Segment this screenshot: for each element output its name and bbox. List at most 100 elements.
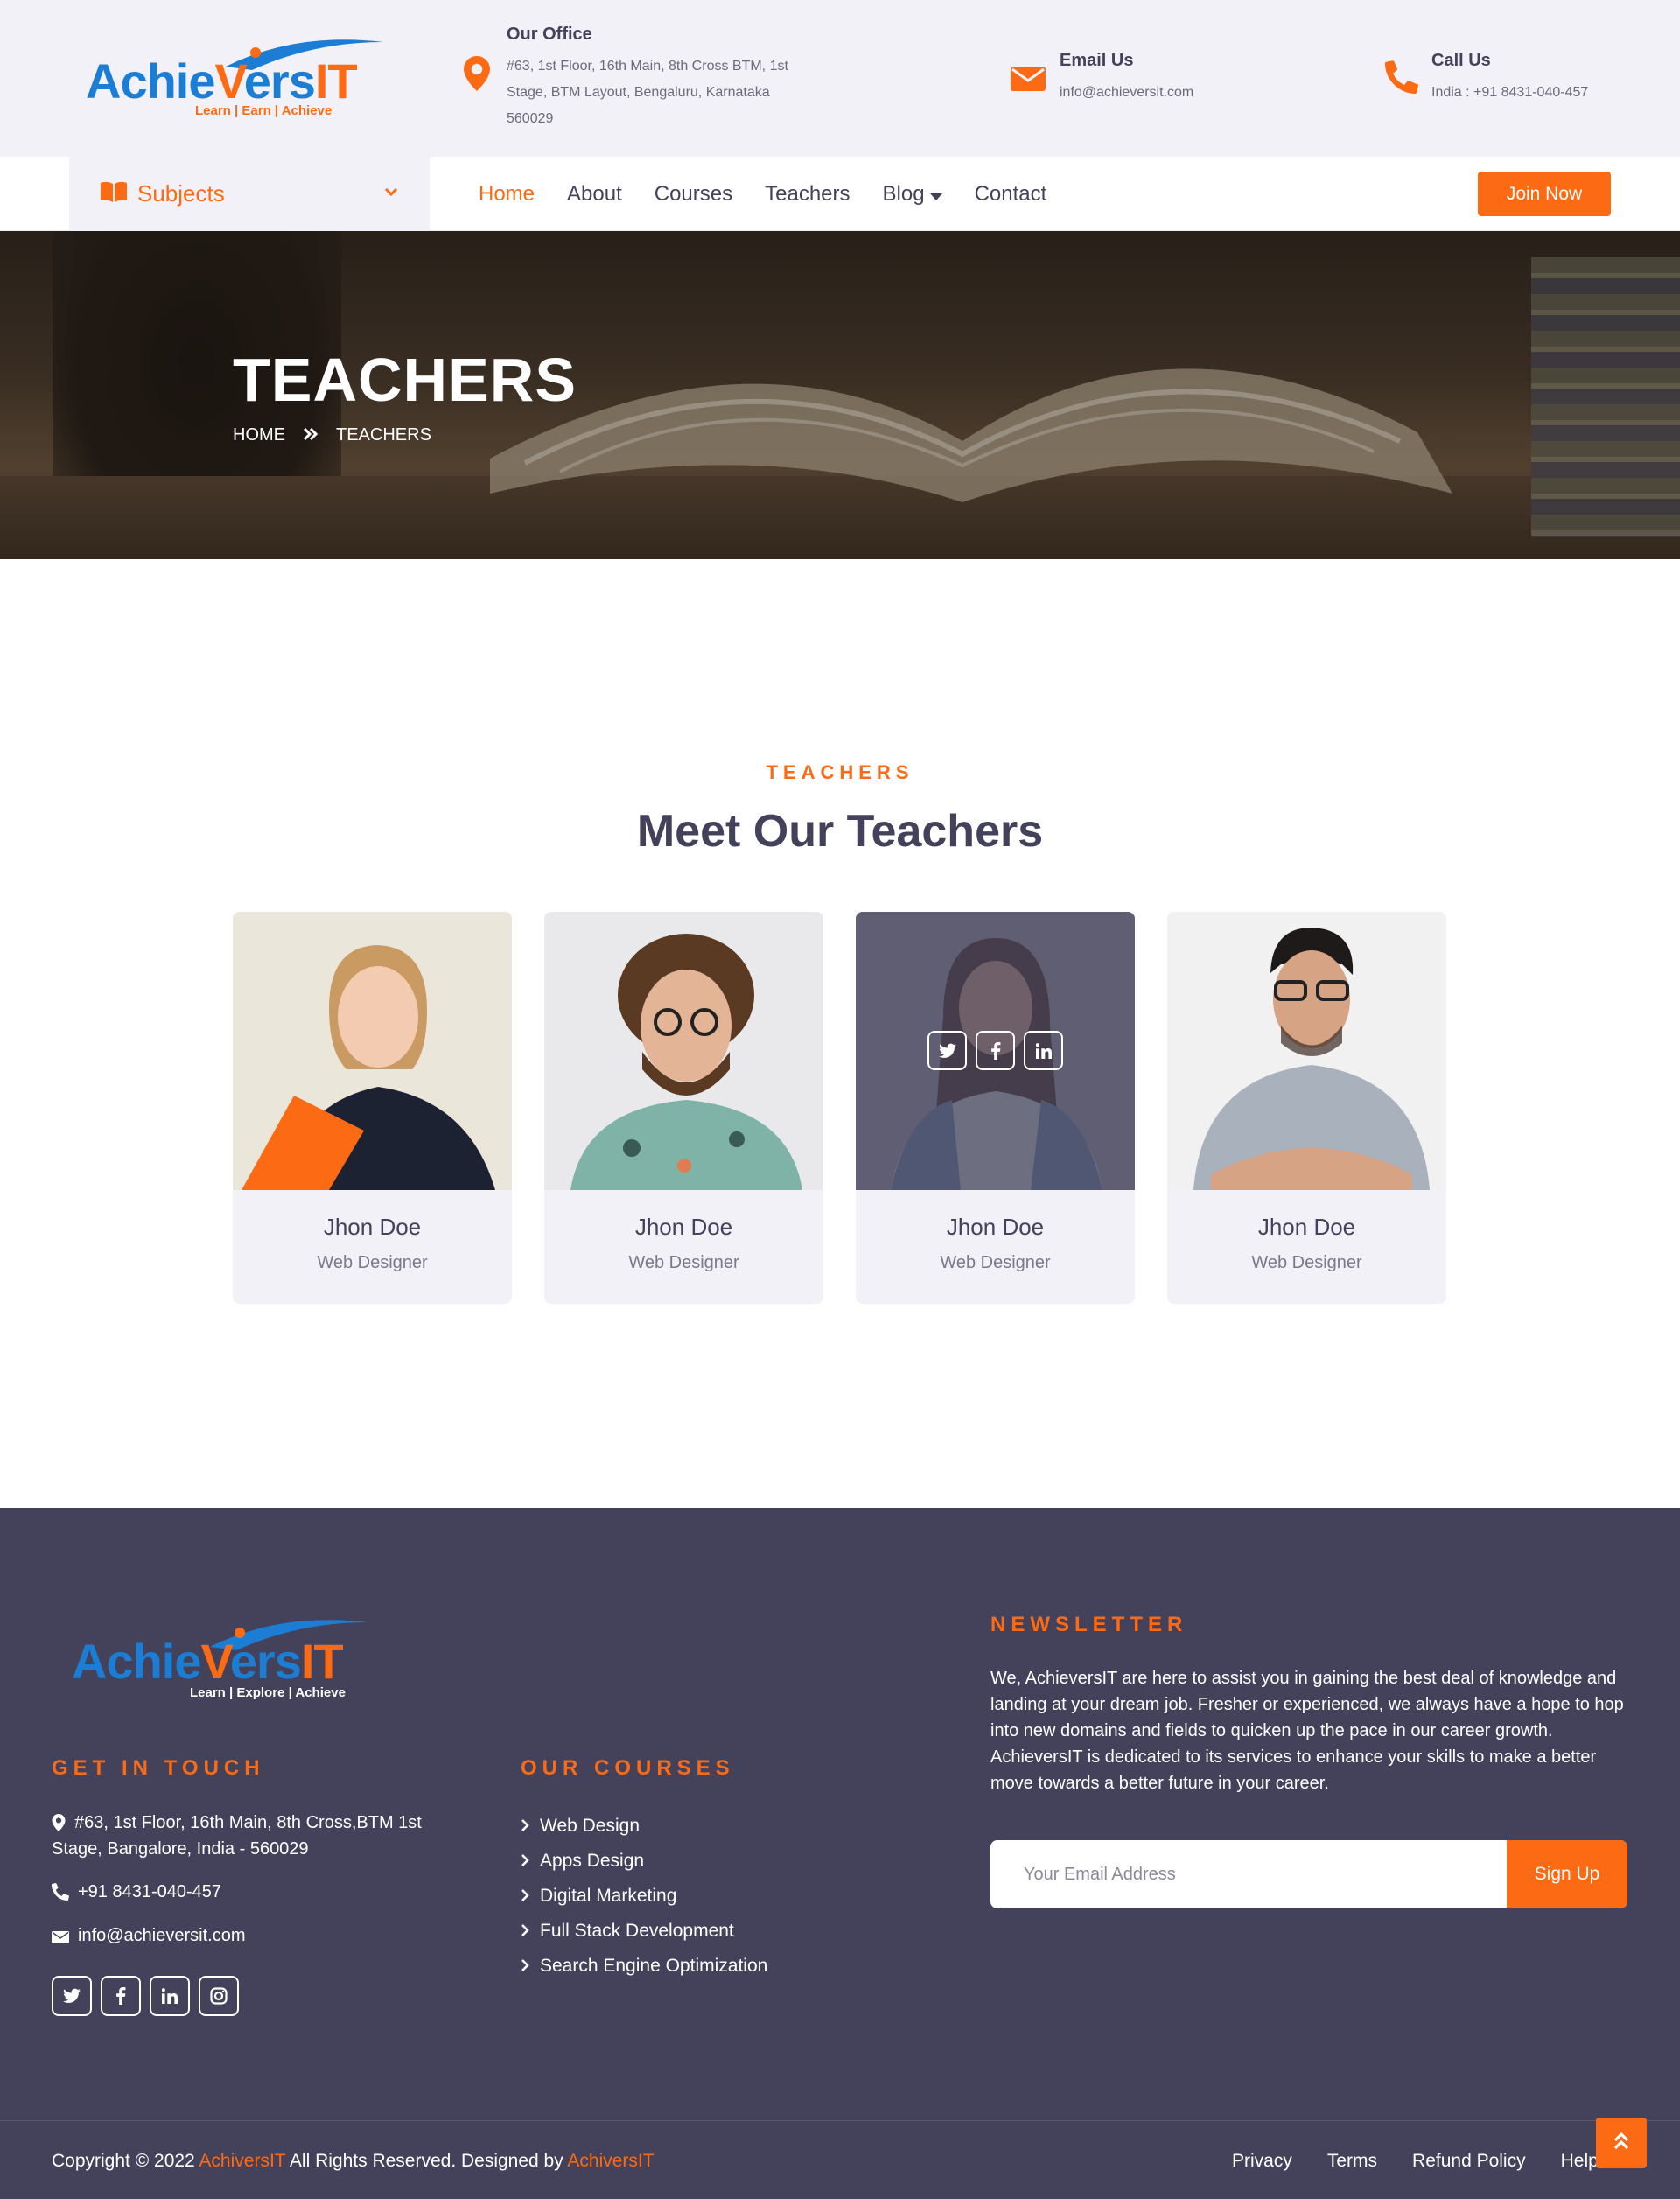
footer-address-line2: Stage, Bangalore, India - 560029 (52, 1839, 309, 1859)
teacher-role: Web Designer (317, 1253, 428, 1272)
footer-course-link[interactable]: Apps Design (521, 1844, 767, 1879)
teacher-role: Web Designer (940, 1253, 1051, 1272)
caret-down-icon (929, 182, 942, 207)
email-info[interactable]: Email Us info@achieversit.com (1011, 51, 1194, 106)
header-logo[interactable]: AchieVersIT Learn | Earn | Achieve (86, 35, 383, 123)
nav-link-contact[interactable]: Contact (975, 182, 1047, 207)
logo-text-c: IT (314, 53, 358, 109)
teacher-name: Jhon Doe (946, 1214, 1045, 1240)
footer-course-label: Apps Design (540, 1851, 645, 1871)
footer-course-link[interactable]: Full Stack Development (521, 1914, 767, 1949)
instagram-icon[interactable] (199, 1976, 239, 2016)
envelope-icon (52, 1926, 69, 1952)
linkedin-icon[interactable] (150, 1976, 190, 2016)
teacher-name: Jhon Doe (634, 1214, 733, 1240)
teacher-role: Web Designer (628, 1253, 739, 1272)
our-courses-heading: OUR COURSES (521, 1756, 735, 1780)
logo-tagline: Learn | Earn | Achieve (195, 103, 332, 118)
teacher-card[interactable]: Jhon Doe Web Designer (233, 912, 512, 1304)
chevron-right-icon (521, 1879, 529, 1914)
map-marker-icon (459, 56, 494, 91)
nav-link-about[interactable]: About (567, 182, 622, 207)
phone-title: Call Us (1432, 51, 1491, 70)
nav-link-teachers[interactable]: Teachers (765, 182, 850, 207)
breadcrumb-home[interactable]: HOME (233, 425, 285, 445)
copyright-middle: All Rights Reserved. Designed by (285, 2151, 568, 2171)
facebook-icon[interactable] (101, 1976, 141, 2016)
logo-text-v: V (214, 53, 245, 109)
subjects-dropdown[interactable]: Subjects (69, 157, 430, 231)
chevron-right-icon (521, 1914, 529, 1949)
footer-course-list: Web Design Apps Design Digital Marketing… (521, 1809, 767, 1984)
footer-phone-value: +91 8431-040-457 (78, 1882, 222, 1901)
twitter-icon[interactable] (928, 1031, 967, 1070)
newsletter-heading: NEWSLETTER (990, 1613, 1188, 1636)
footer-link-terms[interactable]: Terms (1327, 2151, 1377, 2172)
email-value: info@achieversit.com (1060, 85, 1194, 100)
phone-value: India : +91 8431-040-457 (1432, 85, 1589, 100)
footer-course-link[interactable]: Digital Marketing (521, 1879, 767, 1914)
footer-divider (0, 2120, 1680, 2121)
footer-link-refund-policy[interactable]: Refund Policy (1412, 2151, 1526, 2172)
logo-text-b: ers (229, 1634, 302, 1689)
teacher-card[interactable]: Jhon Doe Web Designer (856, 912, 1135, 1304)
page-hero-banner: TEACHERS HOME TEACHERS (0, 231, 1680, 559)
footer-course-label: Full Stack Development (540, 1921, 734, 1941)
teacher-card[interactable]: Jhon Doe Web Designer (544, 912, 823, 1304)
copyright-brand-link[interactable]: AchiversIT (199, 2151, 285, 2171)
footer-email[interactable]: info@achieversit.com (52, 1922, 245, 1952)
phone-info[interactable]: Call Us India : +91 8431-040-457 (1384, 51, 1588, 106)
nav-link-home[interactable]: Home (479, 182, 535, 207)
join-now-button[interactable]: Join Now (1478, 172, 1611, 216)
subjects-label: Subjects (137, 180, 225, 207)
footer-link-privacy[interactable]: Privacy (1232, 2151, 1292, 2172)
newsletter-text: We, AchieversIT are here to assist you i… (990, 1669, 1624, 1793)
chevron-down-icon (384, 186, 398, 202)
phone-icon (1384, 60, 1419, 95)
office-info: Our Office #63, 1st Floor, 16th Main, 8t… (459, 25, 788, 132)
hero-title: TEACHERS (233, 346, 578, 414)
logo-tagline: Learn | Explore | Achieve (190, 1685, 346, 1700)
twitter-icon[interactable] (52, 1976, 92, 2016)
breadcrumb-current: TEACHERS (336, 425, 431, 445)
facebook-icon[interactable] (976, 1031, 1015, 1070)
main-navbar: Subjects Home About Courses Teachers Blo… (0, 157, 1680, 231)
logo-text-a: Achie (72, 1634, 201, 1689)
copyright-prefix: Copyright © 2022 (52, 2151, 200, 2171)
teacher-card[interactable]: Jhon Doe Web Designer (1167, 912, 1446, 1304)
footer-course-link[interactable]: Search Engine Optimization (521, 1949, 767, 1984)
footer-course-label: Web Design (540, 1816, 640, 1836)
nav-link-blog[interactable]: Blog (883, 182, 942, 207)
copyright-designer-link[interactable]: AchiversIT (567, 2151, 654, 2171)
teacher-photo (856, 912, 1135, 1190)
footer-link-help[interactable]: Help (1561, 2151, 1599, 2172)
phone-icon (51, 1882, 69, 1908)
breadcrumb: HOME TEACHERS (233, 425, 431, 445)
office-address-line3: 560029 (507, 111, 554, 126)
section-title: Meet Our Teachers (636, 806, 1044, 857)
nav-link-courses[interactable]: Courses (654, 182, 732, 207)
book-icon (101, 181, 127, 207)
linkedin-icon[interactable] (1024, 1031, 1063, 1070)
office-address-line2: Stage, BTM Layout, Bengaluru, Karnataka (507, 85, 770, 100)
newsletter-email-input[interactable] (990, 1840, 1507, 1908)
logo-text-v: V (200, 1634, 231, 1689)
office-title: Our Office (507, 25, 592, 44)
site-footer: AchieVersIT Learn | Explore | Achieve GE… (0, 1508, 1680, 2199)
back-to-top-button[interactable] (1596, 2118, 1647, 2168)
logo-text-a: Achie (86, 53, 215, 109)
footer-logo[interactable]: AchieVersIT Learn | Explore | Achieve (72, 1617, 368, 1705)
email-title: Email Us (1060, 51, 1134, 70)
teacher-photo (233, 912, 512, 1190)
footer-course-link[interactable]: Web Design (521, 1809, 767, 1844)
footer-address: #63, 1st Floor, 16th Main, 8th Cross,BTM… (52, 1810, 422, 1862)
footer-email-value: info@achieversit.com (78, 1926, 246, 1945)
newsletter-form: Sign Up (990, 1840, 1628, 1908)
double-chevron-up-icon (1613, 2132, 1630, 2155)
sign-up-button[interactable]: Sign Up (1507, 1840, 1628, 1908)
copyright-text: Copyright © 2022 AchiversIT All Rights R… (52, 2151, 654, 2172)
teacher-photo (544, 912, 823, 1190)
double-chevron-right-icon (303, 425, 318, 445)
teacher-role: Web Designer (1251, 1253, 1362, 1272)
footer-phone[interactable]: +91 8431-040-457 (51, 1879, 222, 1908)
